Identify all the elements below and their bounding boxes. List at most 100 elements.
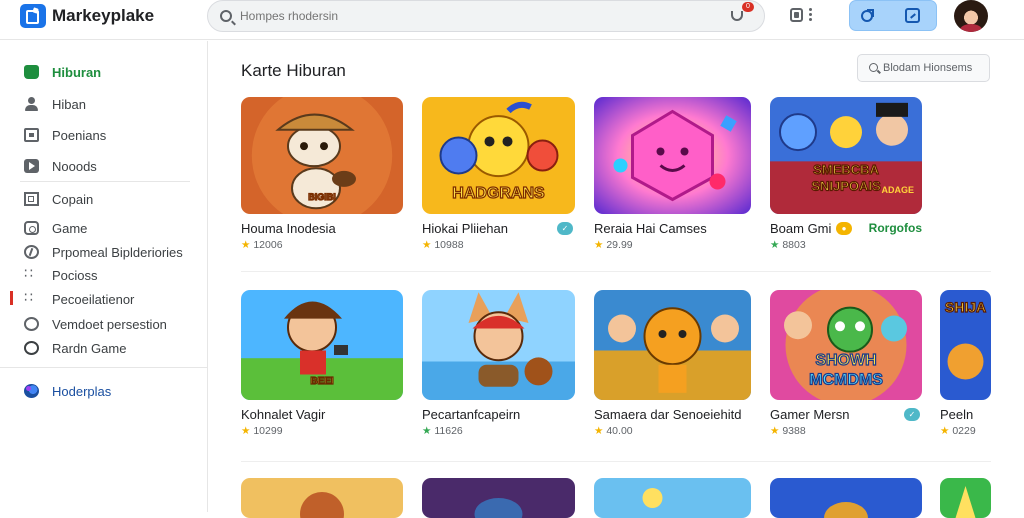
sidebar-item-pocioss[interactable]: Pocioss (0, 265, 207, 287)
game-rating: ★ 10299 (241, 425, 283, 437)
grid-icon (24, 128, 39, 142)
sidebar-item-label: Hoderplas (52, 384, 112, 399)
game-card[interactable] (594, 478, 751, 518)
game-thumbnail[interactable] (594, 97, 751, 214)
game-thumbnail[interactable]: SHIJA (940, 290, 991, 400)
bolt-icon (24, 245, 39, 259)
game-rating: ★ 0229 (940, 425, 976, 437)
sidebar-item-game[interactable]: Game (0, 218, 207, 240)
sidebar-item-label: Copain (52, 192, 94, 207)
game-thumbnail[interactable]: BEEI (241, 290, 403, 400)
coin-icon: ● (836, 222, 852, 235)
search-bar[interactable]: 0 (207, 0, 765, 32)
game-title[interactable]: Reraia Hai Camses (594, 221, 707, 236)
game-title[interactable]: Hiokai Pliiehan (422, 221, 508, 236)
star-icon: ★ (241, 239, 254, 251)
game-card[interactable]: SMEBCBA SNIJPOAIS ADAGE Boam Gmi ★ 8803 ● Ro… (770, 97, 922, 257)
svg-text:SHOWH: SHOWH (815, 352, 876, 369)
star-icon: ★ (770, 425, 783, 437)
game-rating: ★ 29.99 (594, 239, 633, 251)
dots-icon (24, 265, 39, 282)
rating-value: 29.99 (606, 239, 633, 251)
game-card[interactable] (770, 478, 922, 518)
sidebar-item-copain[interactable]: Copain (0, 189, 207, 211)
sidebar-item-hiburan[interactable]: Hiburan (0, 62, 207, 84)
game-title[interactable]: Houma Inodesia (241, 221, 336, 236)
game-rating: ★ 9388 (770, 425, 806, 437)
refresh-icon[interactable] (861, 9, 874, 22)
more-vertical-icon[interactable] (809, 8, 813, 22)
row-divider (241, 461, 991, 462)
account-actions-pill[interactable] (849, 0, 937, 31)
game-thumbnail[interactable] (594, 478, 751, 518)
game-thumbnail[interactable] (422, 290, 575, 400)
publisher-label[interactable]: Rorgofos (869, 221, 922, 235)
sidebar-item-poenians[interactable]: Poenians (0, 125, 207, 147)
sidebar-item-prpomeal[interactable]: Prpomeal Biplderiories (0, 242, 207, 264)
globe-icon (24, 384, 39, 398)
sidebar-divider (20, 181, 190, 182)
game-card[interactable]: SHOWH MCMDMS Gamer Mersn ★ 9388 ✓ (770, 290, 922, 450)
game-card[interactable]: HADGRANS Hiokai Pliiehan ★ 10988 ✓ (422, 97, 575, 257)
sidebar-item-label: Pocioss (52, 268, 98, 283)
sidebar-item-label: Prpomeal Biplderiories (52, 245, 183, 260)
game-title[interactable]: Gamer Mersn (770, 407, 849, 422)
edit-icon[interactable] (905, 8, 920, 23)
game-card[interactable]: Samaera dar Senoeiehitd ★ 40.00 (594, 290, 751, 450)
filter-search-box[interactable]: Blodam Hionsems (857, 54, 990, 82)
game-thumbnail[interactable] (940, 478, 991, 518)
game-title[interactable]: Samaera dar Senoeiehitd (594, 407, 741, 422)
rating-value: 0229 (952, 425, 976, 437)
game-card[interactable] (422, 478, 575, 518)
notification-badge: 0 (742, 2, 754, 12)
svg-text:HADGRANS: HADGRANS (452, 185, 545, 202)
sidebar-item-rardn-game[interactable]: Rardn Game (0, 338, 207, 360)
search-icon (220, 10, 232, 22)
sidebar-item-label: Game (52, 221, 88, 236)
app-logo-icon[interactable] (20, 4, 46, 28)
brand-name[interactable]: Markeyplake (52, 6, 154, 26)
row-divider (241, 271, 991, 272)
sidebar: Hiburan Hiban Poenians Nooods Copain Gam… (0, 41, 208, 512)
game-card[interactable] (241, 478, 403, 518)
game-title[interactable]: Kohnalet Vagir (241, 407, 325, 422)
svg-text:MCMDMS: MCMDMS (809, 372, 883, 389)
library-icon[interactable] (790, 8, 803, 22)
star-icon: ★ (594, 239, 607, 251)
game-card[interactable]: SHIJA Peeln ★ 0229 (940, 290, 991, 450)
game-thumbnail[interactable] (422, 478, 575, 518)
sidebar-item-label: Rardn Game (52, 341, 127, 356)
game-title[interactable]: Boam Gmi (770, 221, 831, 236)
game-title[interactable]: Peeln (940, 407, 973, 422)
svg-text:BIGIBI: BIGIBI (308, 192, 336, 202)
game-title[interactable]: Pecartanfcapeirn (422, 407, 520, 422)
game-thumbnail[interactable]: HADGRANS (422, 97, 575, 214)
sidebar-item-hiban[interactable]: Hiban (0, 94, 207, 116)
search-input[interactable] (240, 6, 710, 26)
sidebar-item-label: Hiburan (52, 65, 102, 80)
game-thumbnail[interactable]: BIGIBI (241, 97, 403, 214)
verified-icon: ✓ (557, 222, 573, 235)
user-avatar[interactable] (954, 0, 988, 32)
rating-value: 10299 (253, 425, 283, 437)
game-thumbnail[interactable] (770, 478, 922, 518)
game-card[interactable]: BEEI Kohnalet Vagir ★ 10299 (241, 290, 403, 450)
microphone-icon[interactable]: 0 (728, 2, 754, 25)
game-thumbnail[interactable] (241, 478, 403, 518)
game-card[interactable]: Reraia Hai Camses ★ 29.99 (594, 97, 751, 257)
circle-icon (24, 341, 39, 355)
sidebar-item-hoderplas[interactable]: Hoderplas (0, 381, 207, 403)
game-rating: ★ 12006 (241, 239, 283, 251)
game-thumbnail[interactable] (594, 290, 751, 400)
game-card[interactable]: Pecartanfcapeirn ★ 11626 (422, 290, 575, 450)
frame-icon (24, 192, 39, 206)
sidebar-item-vemdoet[interactable]: Vemdoet persestion (0, 314, 207, 336)
selection-indicator (10, 291, 13, 305)
game-thumbnail[interactable]: SMEBCBA SNIJPOAIS ADAGE (770, 97, 922, 214)
game-thumbnail[interactable]: SHOWH MCMDMS (770, 290, 922, 400)
svg-text:SHIJA: SHIJA (945, 299, 986, 315)
sidebar-item-pecoeilatienor[interactable]: Pecoeilatienor (0, 289, 207, 311)
game-card[interactable] (940, 478, 991, 518)
game-card[interactable]: BIGIBI Houma Inodesia ★ 12006 (241, 97, 403, 257)
sidebar-item-nooods[interactable]: Nooods (0, 156, 207, 178)
